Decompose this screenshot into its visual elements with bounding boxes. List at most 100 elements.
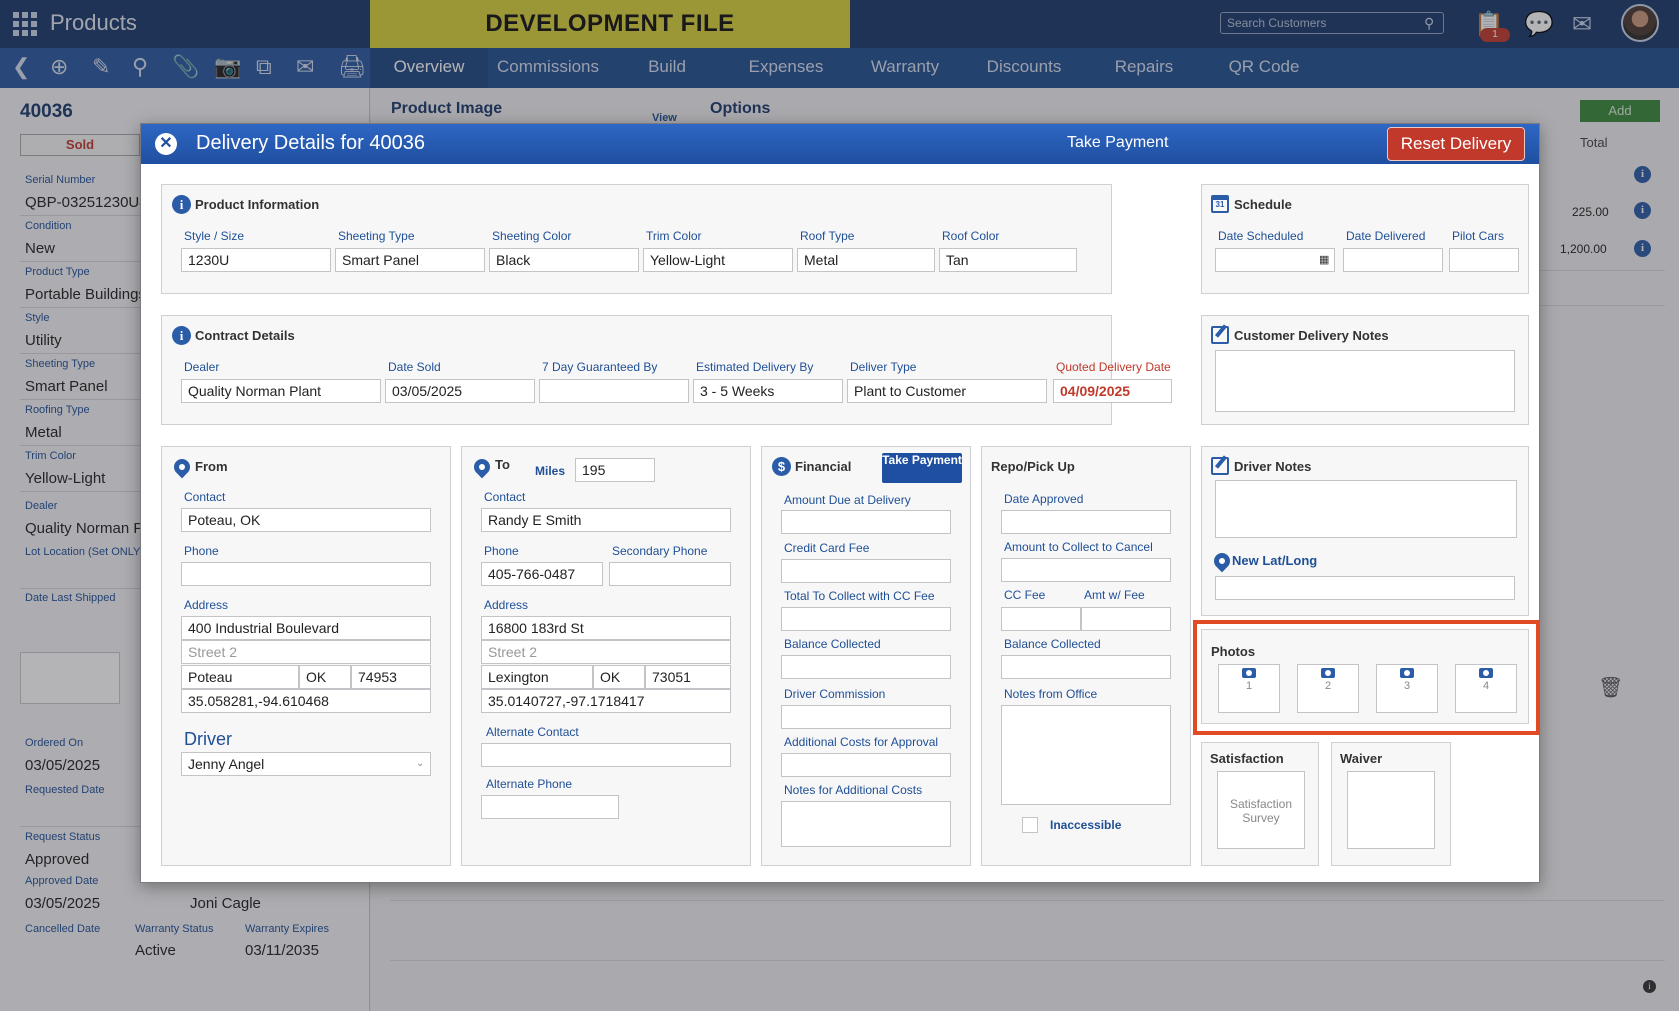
from-phone-field[interactable] xyxy=(181,562,431,586)
alternate-contact-field[interactable] xyxy=(481,743,731,767)
to-contact-field[interactable]: Randy E Smith xyxy=(481,508,731,532)
calendar-picker-icon[interactable]: ▦ xyxy=(1319,253,1329,266)
waiver-section: Waiver xyxy=(1331,742,1451,866)
take-payment-link[interactable]: Take Payment xyxy=(1067,134,1168,152)
secondary-phone-label: Secondary Phone xyxy=(612,544,708,558)
date-scheduled-field[interactable] xyxy=(1215,248,1335,272)
take-payment-button[interactable]: Take Payment xyxy=(882,453,962,483)
from-section: From Contact Poteau, OK Phone Address 40… xyxy=(161,446,451,866)
from-coords-field[interactable]: 35.058281,-94.610468 xyxy=(181,689,431,713)
notes-additional-costs-label: Notes for Additional Costs xyxy=(784,783,923,797)
secondary-phone-field[interactable] xyxy=(609,562,731,586)
date-sold-field[interactable]: 03/05/2025 xyxy=(385,379,535,403)
section-title: Satisfaction xyxy=(1210,751,1284,766)
amount-due-field[interactable] xyxy=(781,510,951,534)
deliver-type-field[interactable]: Plant to Customer xyxy=(847,379,1047,403)
quoted-delivery-field[interactable]: 04/09/2025 xyxy=(1053,379,1172,403)
guaranteed-by-field[interactable] xyxy=(539,379,689,403)
from-state-field[interactable]: OK xyxy=(299,665,351,689)
satisfaction-survey-box[interactable]: Satisfaction Survey xyxy=(1217,771,1305,849)
guaranteed-by-label: 7 Day Guaranteed By xyxy=(542,360,658,374)
photos-highlight-box xyxy=(1193,620,1540,735)
from-city-field[interactable]: Poteau xyxy=(181,665,299,689)
additional-costs-label: Additional Costs for Approval xyxy=(784,735,939,749)
date-delivered-field[interactable] xyxy=(1343,248,1443,272)
miles-field[interactable]: 195 xyxy=(575,458,655,482)
sheeting-color-field[interactable]: Black xyxy=(489,248,639,272)
driver-commission-label: Driver Commission xyxy=(784,687,886,701)
sheeting-type-label: Sheeting Type xyxy=(338,229,415,243)
inaccessible-checkbox[interactable] xyxy=(1022,817,1038,833)
amount-cancel-label: Amount to Collect to Cancel xyxy=(1004,540,1153,554)
section-title: Financial xyxy=(795,459,852,474)
repo-balance-field[interactable] xyxy=(1001,655,1171,679)
additional-costs-field[interactable] xyxy=(781,753,951,777)
waiver-box[interactable] xyxy=(1347,771,1435,849)
date-scheduled-label: Date Scheduled xyxy=(1218,229,1304,243)
total-collect-field[interactable] xyxy=(781,607,951,631)
to-phone-field[interactable]: 405-766-0487 xyxy=(481,562,603,586)
financial-section: $ Financial Take Payment Amount Due at D… xyxy=(761,446,971,866)
driver-commission-field[interactable] xyxy=(781,705,951,729)
reset-delivery-button[interactable]: Reset Delivery xyxy=(1387,127,1525,161)
credit-card-fee-field[interactable] xyxy=(781,559,951,583)
location-pin-icon xyxy=(170,455,194,479)
from-zip-field[interactable]: 74953 xyxy=(351,665,431,689)
alternate-phone-label: Alternate Phone xyxy=(486,777,573,791)
product-information-section: i Product Information Style / Size 1230U… xyxy=(161,184,1112,294)
to-city-field[interactable]: Lexington xyxy=(481,665,593,689)
info-icon: i xyxy=(172,195,191,214)
trim-color-field[interactable]: Yellow-Light xyxy=(643,248,793,272)
section-title: Repo/Pick Up xyxy=(991,459,1075,474)
chevron-down-icon[interactable]: ⌄ xyxy=(416,758,424,769)
driver-heading: Driver xyxy=(184,729,232,749)
close-icon[interactable]: ✕ xyxy=(155,133,177,155)
cc-fee-label: CC Fee xyxy=(1004,588,1046,602)
balance-collected-field[interactable] xyxy=(781,655,951,679)
dealer-field[interactable]: Quality Norman Plant xyxy=(181,379,381,403)
to-section: To Miles 195 Contact Randy E Smith Phone… xyxy=(461,446,751,866)
notes-additional-costs-textarea[interactable] xyxy=(781,801,951,847)
section-title: Contract Details xyxy=(195,328,295,343)
section-title: From xyxy=(195,459,228,474)
section-title: Customer Delivery Notes xyxy=(1234,328,1389,343)
customer-notes-textarea[interactable] xyxy=(1215,350,1515,412)
sheeting-type-field[interactable]: Smart Panel xyxy=(335,248,485,272)
amt-fee-field[interactable] xyxy=(1081,607,1171,631)
driver-select[interactable]: Jenny Angel xyxy=(181,752,431,776)
delivery-details-modal: ✕ Delivery Details for 40036 Take Paymen… xyxy=(140,123,1540,883)
customer-notes-section: Customer Delivery Notes xyxy=(1201,315,1529,425)
roof-type-field[interactable]: Metal xyxy=(797,248,935,272)
roof-color-field[interactable]: Tan xyxy=(939,248,1077,272)
estimated-delivery-field[interactable]: 3 - 5 Weeks xyxy=(693,379,843,403)
amount-cancel-field[interactable] xyxy=(1001,558,1171,582)
from-contact-field[interactable]: Poteau, OK xyxy=(181,508,431,532)
cc-fee-field[interactable] xyxy=(1001,607,1081,631)
deliver-type-label: Deliver Type xyxy=(850,360,917,374)
alternate-phone-field[interactable] xyxy=(481,795,619,819)
from-street2-field[interactable]: Street 2 xyxy=(181,640,431,664)
sheeting-color-label: Sheeting Color xyxy=(492,229,572,243)
calendar-icon: 31 xyxy=(1211,195,1229,213)
contact-label: Contact xyxy=(484,490,526,504)
to-coords-field[interactable]: 35.0140727,-97.1718417 xyxy=(481,689,731,713)
to-state-field[interactable]: OK xyxy=(593,665,645,689)
from-street-field[interactable]: 400 Industrial Boulevard xyxy=(181,616,431,640)
style-size-field[interactable]: 1230U xyxy=(181,248,331,272)
notes-from-office-textarea[interactable] xyxy=(1001,705,1171,805)
to-street2-field[interactable]: Street 2 xyxy=(481,640,731,664)
to-zip-field[interactable]: 73051 xyxy=(645,665,731,689)
to-street-field[interactable]: 16800 183rd St xyxy=(481,616,731,640)
date-approved-field[interactable] xyxy=(1001,510,1171,534)
driver-notes-textarea[interactable] xyxy=(1215,480,1517,538)
section-title: Driver Notes xyxy=(1234,459,1312,474)
info-icon: i xyxy=(172,326,191,345)
section-title: Schedule xyxy=(1234,197,1292,212)
amount-due-label: Amount Due at Delivery xyxy=(784,493,911,507)
section-title: To xyxy=(495,457,510,472)
pilot-cars-field[interactable] xyxy=(1449,248,1519,272)
section-title: Product Information xyxy=(195,197,320,212)
new-latlong-field[interactable] xyxy=(1215,576,1515,600)
modal-header: ✕ Delivery Details for 40036 Take Paymen… xyxy=(141,124,1539,164)
location-pin-icon xyxy=(470,455,494,479)
